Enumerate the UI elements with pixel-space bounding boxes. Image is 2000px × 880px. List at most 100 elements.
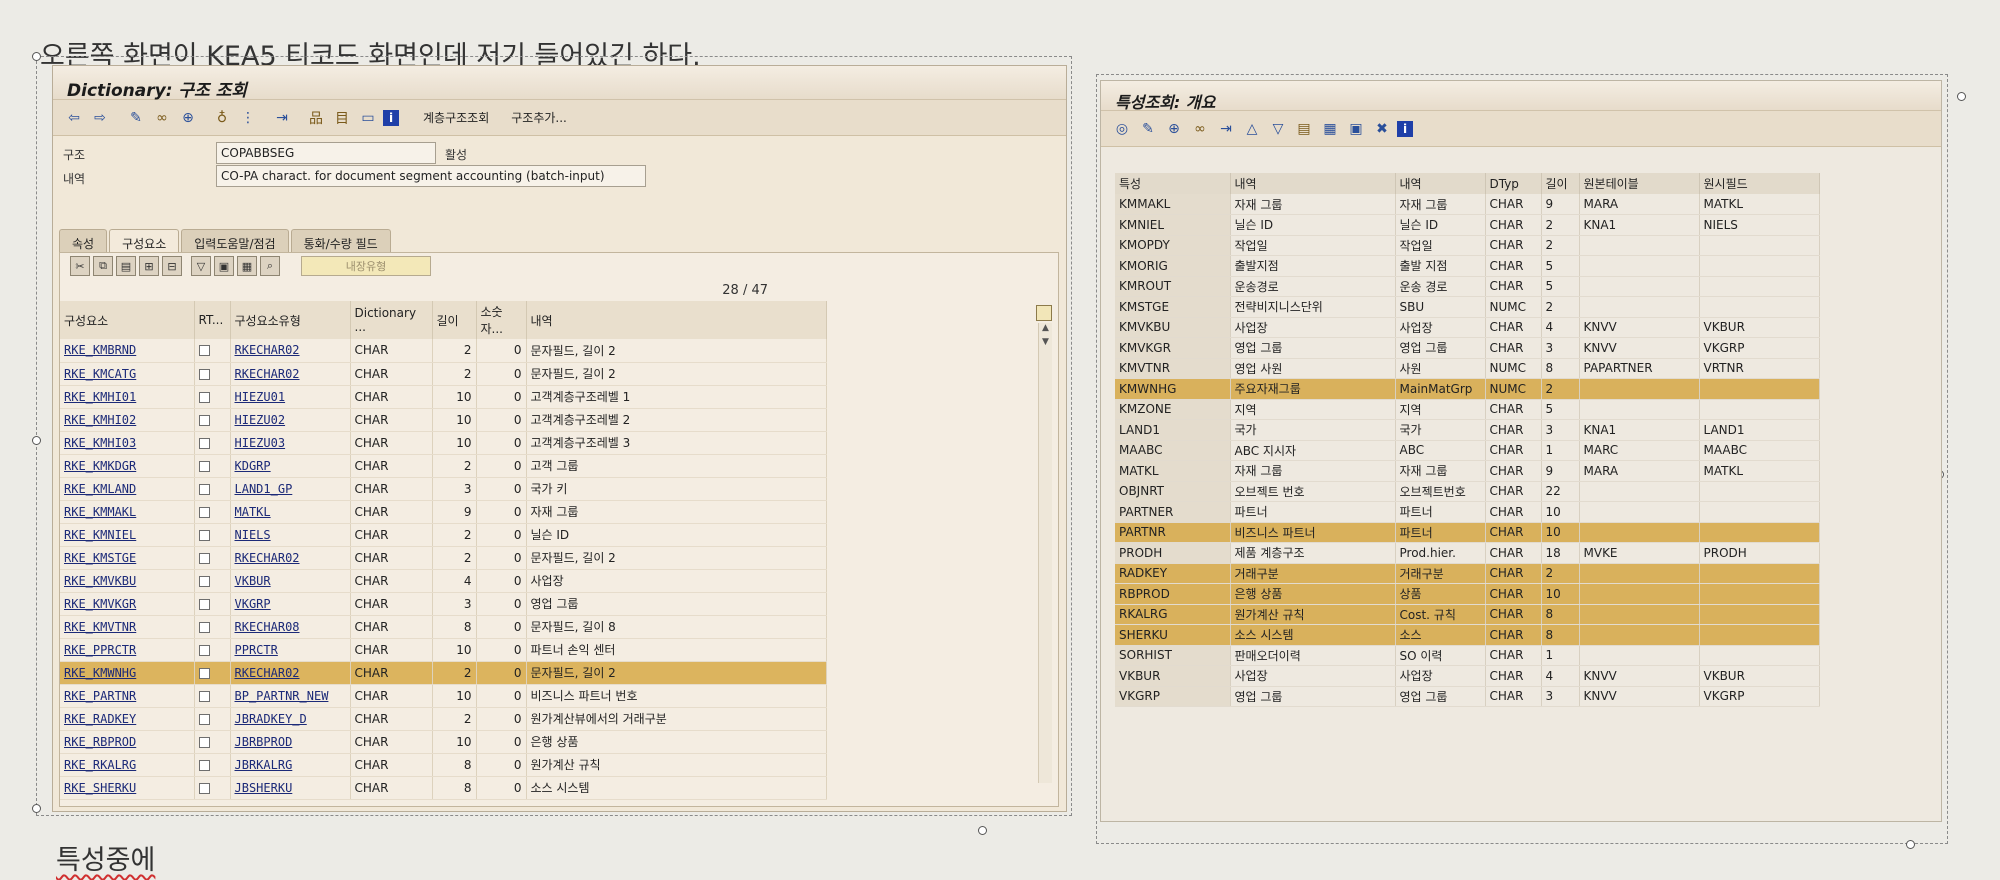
- display-change-icon[interactable]: ⊕: [177, 107, 199, 129]
- table-row[interactable]: KMMAKL 자재 그룹 자재 그룹 CHAR 9 MARA MATKL: [1115, 194, 1820, 215]
- component-type-link[interactable]: HIEZU03: [230, 431, 351, 455]
- component-name-link[interactable]: RKE_KMBRND: [60, 339, 195, 363]
- append-structure-button[interactable]: 구조추가...: [511, 109, 567, 126]
- table-row[interactable]: KMVTNR 영업 사원 사원 NUMC 8 PAPARTNER VRTNR: [1115, 358, 1820, 379]
- hierarchy-view-button[interactable]: 계층구조조회: [423, 109, 489, 126]
- window-icon[interactable]: ▭: [357, 107, 379, 129]
- component-name-link[interactable]: RKE_KMKDGR: [60, 454, 195, 478]
- info-icon[interactable]: i: [383, 109, 399, 126]
- resize-handle[interactable]: [978, 826, 987, 835]
- component-type-link[interactable]: LAND1_GP: [230, 477, 351, 501]
- copy-icon[interactable]: ⧉: [93, 256, 113, 276]
- table-row[interactable]: MATKL 자재 그룹 자재 그룹 CHAR 9 MARA MATKL: [1115, 460, 1820, 482]
- rt-checkbox[interactable]: [198, 506, 210, 518]
- component-type-link[interactable]: VKBUR: [230, 569, 351, 593]
- rt-checkbox[interactable]: [198, 391, 210, 403]
- rt-checkbox[interactable]: [198, 759, 210, 771]
- table-row[interactable]: RKE_PPRCTR PPRCTR CHAR 10 0 파트너 손익 센터: [60, 638, 827, 662]
- table-row[interactable]: LAND1 국가 국가 CHAR 3 KNA1 LAND1: [1115, 419, 1820, 441]
- table-row[interactable]: KMORIG 출발지점 출발 지점 CHAR 5: [1115, 255, 1820, 277]
- component-name-link[interactable]: RKE_KMHI02: [60, 408, 195, 432]
- table-row[interactable]: RKE_KMVKBU VKBUR CHAR 4 0 사업장: [60, 569, 827, 593]
- grid-icon[interactable]: ▣: [1345, 118, 1367, 140]
- paste-icon[interactable]: ▤: [116, 256, 136, 276]
- display-icon[interactable]: ◎: [1111, 118, 1133, 140]
- insert-row-icon[interactable]: ⊞: [139, 256, 159, 276]
- component-type-link[interactable]: RKECHAR02: [230, 339, 351, 363]
- col-description[interactable]: 내역: [526, 301, 827, 339]
- component-name-link[interactable]: RKE_KMVTNR: [60, 615, 195, 639]
- table-row[interactable]: RKE_KMMAKL MATKL CHAR 9 0 자재 그룹: [60, 500, 827, 524]
- component-name-link[interactable]: RKE_KMVKBU: [60, 569, 195, 593]
- table-row[interactable]: VKBUR 사업장 사업장 CHAR 4 KNVV VKBUR: [1115, 665, 1820, 687]
- filter-icon[interactable]: ▽: [191, 256, 211, 276]
- table-row[interactable]: MAABC ABC 지시자 ABC CHAR 1 MARC MAABC: [1115, 440, 1820, 461]
- col-dtyp[interactable]: DTyp: [1485, 173, 1542, 194]
- table-row[interactable]: RKE_RBPROD JBRBPROD CHAR 10 0 은행 상품: [60, 730, 827, 754]
- cut-icon[interactable]: ✂: [70, 256, 90, 276]
- component-type-link[interactable]: RKECHAR02: [230, 546, 351, 570]
- table-row[interactable]: RBPROD 은행 상품 상품 CHAR 10: [1115, 583, 1820, 605]
- table-row[interactable]: RKE_KMLAND LAND1_GP CHAR 3 0 국가 키: [60, 477, 827, 501]
- component-name-link[interactable]: RKE_RBPROD: [60, 730, 195, 754]
- rt-checkbox[interactable]: [198, 414, 210, 426]
- component-type-link[interactable]: RKECHAR08: [230, 615, 351, 639]
- resize-handle[interactable]: [32, 436, 41, 445]
- rt-checkbox[interactable]: [198, 667, 210, 679]
- scroll-down-icon[interactable]: ▼: [1039, 337, 1052, 351]
- component-name-link[interactable]: RKE_KMMAKL: [60, 500, 195, 524]
- builtin-type-button[interactable]: 내장유형: [301, 256, 431, 276]
- component-type-link[interactable]: JBRBPROD: [230, 730, 351, 754]
- delete-row-icon[interactable]: ⊟: [162, 256, 182, 276]
- component-name-link[interactable]: RKE_KMHI01: [60, 385, 195, 409]
- component-name-link[interactable]: RKE_KMCATG: [60, 362, 195, 386]
- table-row[interactable]: PRODH 제품 계층구조 Prod.hier. CHAR 18 MVKE PRODH: [1115, 542, 1820, 564]
- activate-icon[interactable]: ⇥: [271, 107, 293, 129]
- component-type-link[interactable]: RKECHAR02: [230, 661, 351, 685]
- table-row[interactable]: OBJNRT 오브젝트 번호 오브젝트번호 CHAR 22: [1115, 481, 1820, 502]
- col-length[interactable]: 길이: [432, 301, 477, 339]
- table-row[interactable]: KMSTGE 전략비지니스단위 SBU NUMC 2: [1115, 296, 1820, 318]
- table-row[interactable]: RKE_RADKEY JBRADKEY_D CHAR 2 0 원가계산뷰에서의 거래구분: [60, 707, 827, 731]
- delete-icon[interactable]: ✖: [1371, 118, 1393, 140]
- component-type-link[interactable]: RKECHAR02: [230, 362, 351, 386]
- table-row[interactable]: KMZONE 지역 지역 CHAR 5: [1115, 399, 1820, 420]
- table-row[interactable]: RKE_KMHI03 HIEZU03 CHAR 10 0 고객계층구조레벨 3: [60, 431, 827, 455]
- table-row[interactable]: KMWNHG 주요자재그룹 MainMatGrp NUMC 2: [1115, 378, 1820, 400]
- table-row[interactable]: RADKEY 거래구분 거래구분 CHAR 2: [1115, 563, 1820, 584]
- table-row[interactable]: RKE_KMWNHG RKECHAR02 CHAR 2 0 문자필드, 길이 2: [60, 661, 827, 685]
- component-name-link[interactable]: RKE_RKALRG: [60, 753, 195, 777]
- tree-icon[interactable]: 品: [305, 107, 327, 129]
- details-icon[interactable]: ▣: [214, 256, 234, 276]
- component-name-link[interactable]: RKE_SHERKU: [60, 776, 195, 800]
- hierarchy-icon[interactable]: ⋮: [237, 107, 259, 129]
- description-field[interactable]: CO-PA charact. for document segment acco…: [216, 165, 646, 187]
- sort-icon[interactable]: △: [1241, 118, 1263, 140]
- back-icon[interactable]: ⇦: [63, 107, 85, 129]
- table-row[interactable]: RKE_KMKDGR KDGRP CHAR 2 0 고객 그룹: [60, 454, 827, 478]
- component-type-link[interactable]: PPRCTR: [230, 638, 351, 662]
- pencil-icon[interactable]: ✎: [1137, 118, 1159, 140]
- col-component-type[interactable]: 구성요소유형: [230, 301, 351, 339]
- rt-checkbox[interactable]: [198, 713, 210, 725]
- component-name-link[interactable]: RKE_KMSTGE: [60, 546, 195, 570]
- table-row[interactable]: RKE_KMVKGR VKGRP CHAR 3 0 영업 그룹: [60, 592, 827, 616]
- component-type-link[interactable]: KDGRP: [230, 454, 351, 478]
- rt-checkbox[interactable]: [198, 621, 210, 633]
- col-component[interactable]: 구성요소: [60, 301, 195, 339]
- table-row[interactable]: VKGRP 영업 그룹 영업 그룹 CHAR 3 KNVV VKGRP: [1115, 686, 1820, 707]
- rt-checkbox[interactable]: [198, 552, 210, 564]
- resize-handle[interactable]: [32, 804, 41, 813]
- rt-checkbox[interactable]: [198, 782, 210, 794]
- table-row[interactable]: RKE_PARTNR BP_PARTNR_NEW CHAR 10 0 비즈니스 파트너 번…: [60, 684, 827, 708]
- component-type-link[interactable]: JBSHERKU: [230, 776, 351, 800]
- pencil-icon[interactable]: ✎: [125, 107, 147, 129]
- col-decimals[interactable]: 소숫자...: [476, 301, 527, 339]
- glasses-icon[interactable]: ∞: [151, 107, 173, 129]
- component-type-link[interactable]: JBRKALRG: [230, 753, 351, 777]
- table-row[interactable]: RKE_KMSTGE RKECHAR02 CHAR 2 0 문자필드, 길이 2: [60, 546, 827, 570]
- component-type-link[interactable]: MATKL: [230, 500, 351, 524]
- grid-scrollbar[interactable]: ▲ ▼: [1038, 323, 1052, 783]
- col-short-description[interactable]: 내역: [1395, 173, 1486, 194]
- table-row[interactable]: KMVKBU 사업장 사업장 CHAR 4 KNVV VKBUR: [1115, 317, 1820, 338]
